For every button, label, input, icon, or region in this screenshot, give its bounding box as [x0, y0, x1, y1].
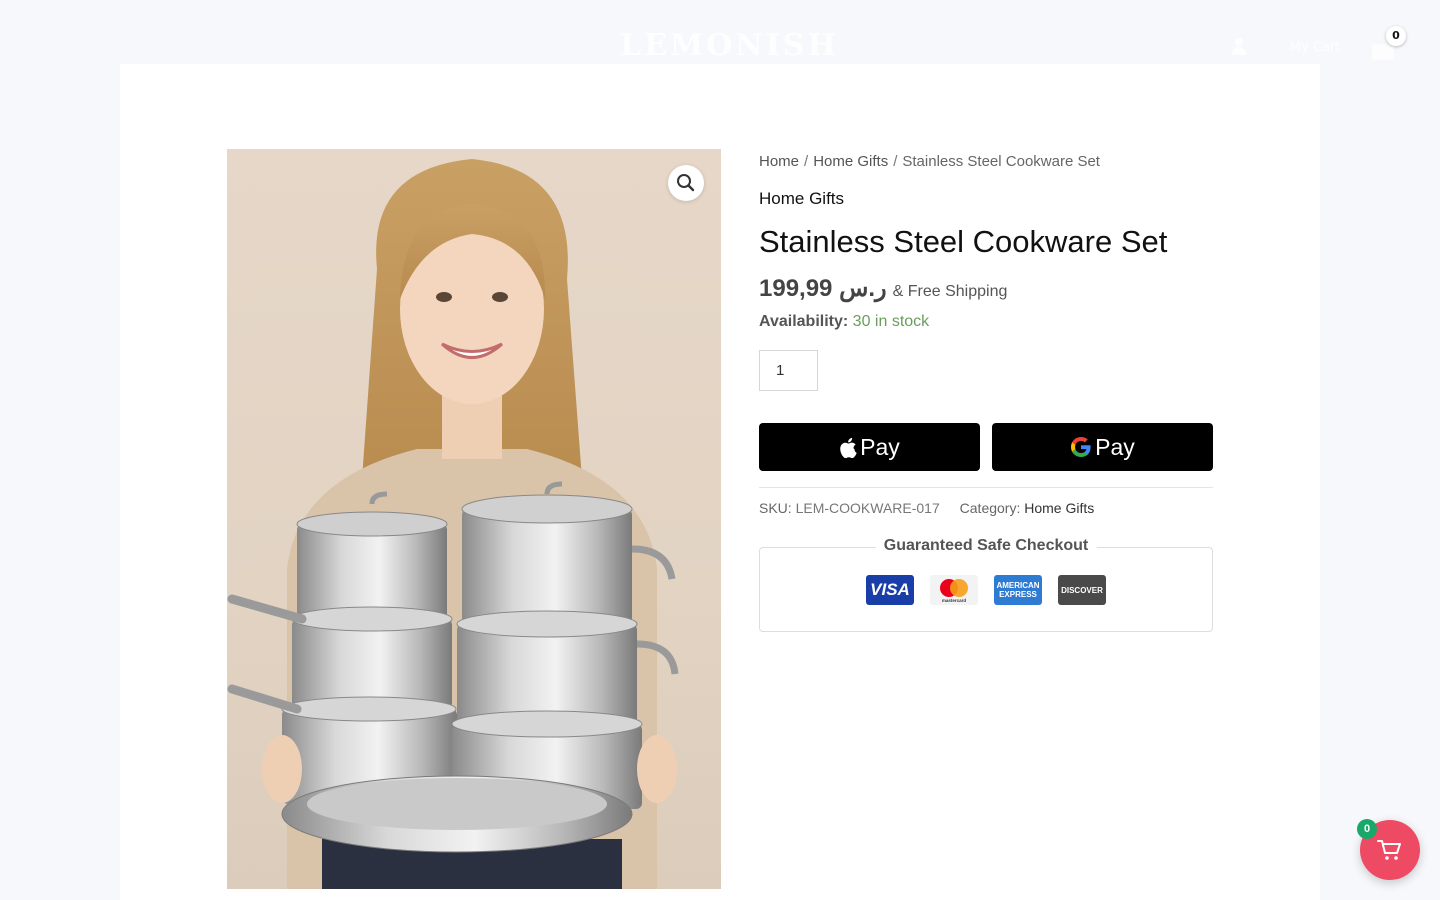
visa-icon: VISA — [866, 575, 914, 605]
amex-icon: AMERICAN EXPRESS — [994, 575, 1042, 605]
product-image[interactable] — [227, 149, 721, 889]
breadcrumb-home[interactable]: Home — [759, 153, 799, 170]
product-meta: SKU: LEM-COOKWARE-017 Category: Home Gif… — [759, 500, 1213, 516]
divider — [759, 487, 1213, 488]
mastercard-label: mastercard — [942, 598, 967, 603]
breadcrumb-category[interactable]: Home Gifts — [813, 153, 888, 170]
discover-icon: DISCOVER — [1058, 575, 1106, 605]
category-label: Category: — [959, 500, 1021, 516]
google-icon — [1071, 437, 1091, 457]
breadcrumb: Home / Home Gifts / Stainless Steel Cookware… — [759, 153, 1213, 170]
breadcrumb-separator: / — [893, 153, 898, 170]
google-pay-button[interactable]: Pay — [992, 423, 1213, 471]
stock-status: 30 in stock — [852, 313, 930, 330]
zoom-button[interactable] — [668, 165, 704, 201]
header-cart-label[interactable]: My Cart — [1290, 40, 1341, 55]
payment-card-logos: VISA mastercard AMERICAN EXPRESS DISCOVE… — [866, 575, 1106, 605]
mastercard-icon: mastercard — [930, 575, 978, 605]
product-title: Stainless Steel Cookware Set — [759, 224, 1168, 259]
magnifier-icon — [677, 174, 695, 192]
apple-pay-label: Pay — [860, 433, 900, 460]
price-row: ر.س 199,99 & Free Shipping — [759, 274, 1213, 303]
product-summary: Home / Home Gifts / Stainless Steel Cookware… — [759, 149, 1213, 632]
availability: Availability: 30 in stock — [759, 313, 1213, 331]
shipping-note: & Free Shipping — [892, 283, 1008, 300]
breadcrumb-separator: / — [804, 153, 809, 170]
google-pay-label: Pay — [1095, 433, 1135, 460]
site-logo[interactable]: LEMONISH — [620, 28, 839, 63]
product-category[interactable]: Home Gifts — [759, 189, 1213, 209]
header-cart-count: 0 — [1386, 26, 1406, 46]
sku-value: LEM-COOKWARE-017 — [795, 500, 940, 516]
sku-label: SKU: — [759, 500, 792, 516]
floating-cart-count: 0 — [1357, 819, 1377, 839]
availability-label: Availability: — [759, 313, 849, 330]
header-cart-icon[interactable]: 0 — [1370, 26, 1406, 60]
apple-pay-button[interactable]: Pay — [759, 423, 980, 471]
account-icon[interactable] — [1230, 38, 1248, 56]
apple-icon — [840, 437, 857, 458]
category-link[interactable]: Home Gifts — [1024, 500, 1094, 516]
product-price: ر.س 199,99 — [759, 275, 887, 302]
quantity-input[interactable] — [759, 350, 818, 391]
cart-icon — [1377, 840, 1401, 860]
safe-checkout-box: Guaranteed Safe Checkout VISA mastercard… — [759, 537, 1213, 632]
breadcrumb-current: Stainless Steel Cookware Set — [902, 153, 1100, 170]
express-pay-buttons: Pay Pay — [759, 423, 1213, 471]
safe-checkout-title: Guaranteed Safe Checkout — [875, 537, 1097, 555]
